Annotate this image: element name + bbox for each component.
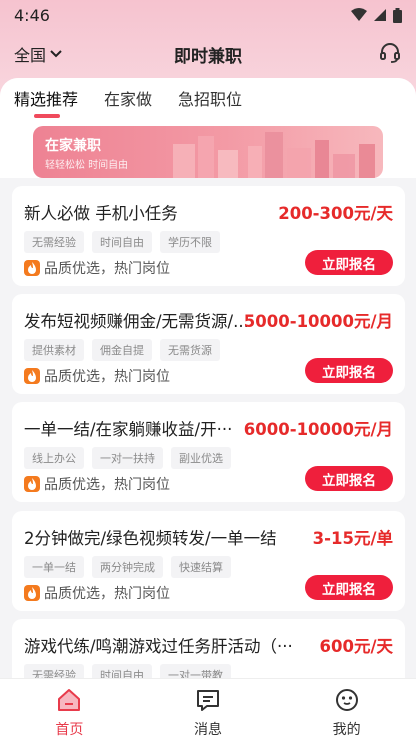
job-card[interactable]: 游戏代练/鸣潮游戏过任务肝活动（··· 600元/天 无需经验 时间自由 一对一…: [12, 619, 405, 686]
fire-icon: [24, 585, 40, 601]
apply-button[interactable]: 立即报名: [305, 575, 393, 600]
page-title: 即时兼职: [174, 46, 242, 67]
job-tag: 无需经验: [24, 231, 84, 253]
job-card[interactable]: 发布短视频赚佣金/无需货源/... 5000-10000元/月 提供素材 佣金自…: [12, 294, 405, 394]
job-title: 新人必做 手机小任务: [24, 204, 178, 223]
job-salary: 600元/天: [319, 637, 393, 656]
app-header: 全国 即时兼职: [0, 36, 416, 72]
quality-label: 品质优选，热门岗位: [44, 477, 170, 493]
job-tag: 无需货源: [160, 339, 220, 361]
region-selector[interactable]: 全国: [14, 42, 62, 66]
status-time: 4:46: [14, 5, 50, 25]
nav-home[interactable]: 首页: [19, 679, 119, 739]
signal-icon: [374, 9, 386, 21]
job-tag: 学历不限: [160, 231, 220, 253]
banner-title: 在家兼职: [45, 138, 101, 154]
nav-profile[interactable]: 我的: [297, 679, 397, 739]
job-card[interactable]: 新人必做 手机小任务 200-300元/天 无需经验 时间自由 学历不限 品质优…: [12, 186, 405, 286]
banner-subtitle: 轻轻松松 时间自由: [45, 160, 129, 171]
job-tag: 一单一结: [24, 556, 84, 578]
headset-icon: [380, 43, 400, 63]
job-tag: 提供素材: [24, 339, 84, 361]
job-card[interactable]: 2分钟做完/绿色视频转发/一单一结 3-15元/单 一单一结 两分钟完成 快速结…: [12, 511, 405, 611]
job-tag: 两分钟完成: [92, 556, 163, 578]
apply-button[interactable]: 立即报名: [305, 358, 393, 383]
fire-icon: [24, 368, 40, 384]
apply-button[interactable]: 立即报名: [305, 466, 393, 491]
category-tabs: 精选推荐 在家做 急招职位: [14, 86, 242, 118]
job-tag: 一对一扶持: [92, 447, 163, 469]
nav-home-label: 首页: [55, 722, 84, 738]
nav-messages-label: 消息: [193, 722, 222, 738]
promo-banner[interactable]: 在家兼职 轻轻松松 时间自由: [33, 126, 383, 178]
job-card[interactable]: 一单一结/在家躺赚收益/开··· 6000-10000元/月 线上办公 一对一扶…: [12, 402, 405, 502]
wifi-icon: [351, 8, 367, 21]
fire-icon: [24, 476, 40, 492]
status-bar: 4:46: [0, 0, 416, 30]
quality-label: 品质优选，热门岗位: [44, 369, 170, 385]
profile-icon: [335, 689, 358, 711]
message-icon: [196, 690, 219, 711]
nav-profile-label: 我的: [332, 722, 361, 738]
job-title: 一单一结/在家躺赚收益/开···: [24, 420, 233, 439]
apply-button[interactable]: 立即报名: [305, 250, 393, 275]
customer-service-button[interactable]: [378, 41, 402, 65]
fire-icon: [24, 260, 40, 276]
home-icon: [58, 689, 81, 711]
job-title: 发布短视频赚佣金/无需货源/...: [24, 312, 249, 331]
tab-featured[interactable]: 精选推荐: [14, 86, 78, 118]
quality-label: 品质优选，热门岗位: [44, 261, 170, 277]
tab-work-from-home[interactable]: 在家做: [104, 86, 152, 116]
job-title: 2分钟做完/绿色视频转发/一单一结: [24, 529, 277, 548]
job-title: 游戏代练/鸣潮游戏过任务肝活动（···: [24, 637, 293, 656]
tab-urgent[interactable]: 急招职位: [178, 86, 242, 116]
job-tag: 时间自由: [92, 231, 152, 253]
job-salary: 3-15元/单: [312, 529, 393, 548]
content-panel: 精选推荐 在家做 急招职位 在家兼职 轻轻松松 时间自由 新人必做 手机小任务 …: [0, 78, 416, 686]
bottom-navigation: 首页 消息 我的: [0, 678, 416, 742]
job-tag: 快速结算: [171, 556, 231, 578]
quality-label: 品质优选，热门岗位: [44, 586, 170, 602]
job-tag: 佣金自提: [92, 339, 152, 361]
battery-icon: [393, 7, 402, 23]
nav-messages[interactable]: 消息: [158, 679, 258, 739]
region-label: 全国: [14, 46, 47, 65]
job-tag: 线上办公: [24, 447, 84, 469]
job-tag: 副业优选: [171, 447, 231, 469]
job-salary: 200-300元/天: [278, 204, 393, 223]
chevron-down-icon: [50, 50, 62, 58]
job-salary: 5000-10000元/月: [243, 312, 393, 331]
job-salary: 6000-10000元/月: [243, 420, 393, 439]
